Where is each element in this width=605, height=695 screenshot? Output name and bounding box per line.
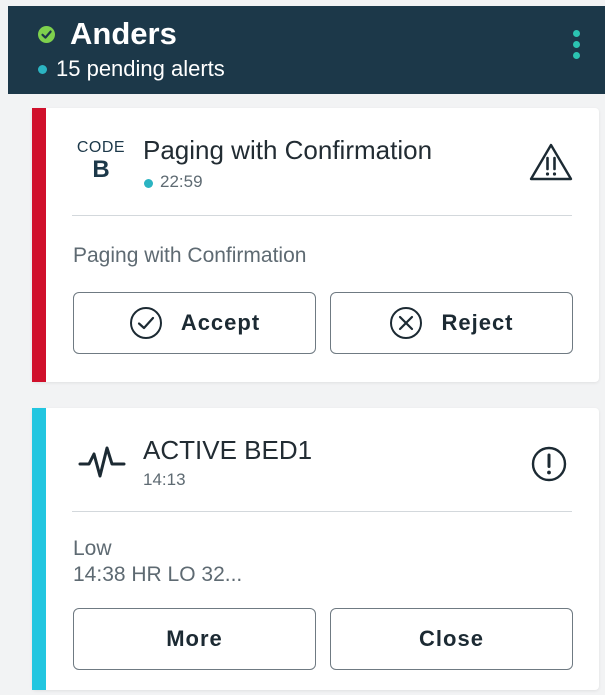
reject-button[interactable]: Reject [330,292,573,354]
alert-card-active-bed1[interactable]: ACTIVE BED1 14:13 Low 14:38 HR LO 32... … [32,408,599,690]
card-divider [72,215,572,216]
alert-card-code-b[interactable]: CODE B Paging with Confirmation 22:59 Pa… [32,108,599,382]
alert-body-text: Paging with Confirmation [73,244,307,267]
status-ok-icon [38,26,55,43]
alert-body-line-1: Low [73,537,112,560]
accept-button-label: Accept [180,310,261,335]
alert-severity-bar [32,108,46,382]
alert-body-line-2: 14:38 HR LO 32... [73,563,243,586]
alert-time: 14:13 [143,470,186,489]
time-dot-icon [144,179,153,188]
accept-button[interactable]: Accept [73,292,316,354]
more-button-label: More [166,626,223,651]
code-letter-label: B [92,156,110,183]
alert-title: Paging with Confirmation [143,135,433,165]
user-name: Anders [70,16,177,51]
alerts-dot-icon [38,65,47,74]
pending-alerts-count[interactable]: 15 pending alerts [56,54,225,84]
close-button-label: Close [419,626,484,651]
reject-button-label: Reject [441,310,514,335]
check-circle-icon [129,307,162,339]
top-bar: Anders 15 pending alerts [8,6,605,94]
code-prefix-label: CODE [76,139,126,156]
code-b-icon: CODE B [76,140,126,182]
close-button[interactable]: Close [330,608,573,670]
alert-title: ACTIVE BED1 [143,435,313,465]
x-circle-icon [390,307,423,339]
overflow-menu-icon[interactable] [570,30,582,70]
alert-time: 22:59 [160,172,203,191]
exclamation-circle-icon[interactable] [530,445,568,488]
heartbeat-icon [78,442,126,487]
card-divider [72,511,572,512]
more-button[interactable]: More [73,608,316,670]
alert-severity-bar [32,408,46,690]
warning-triangle-icon[interactable] [528,142,574,187]
